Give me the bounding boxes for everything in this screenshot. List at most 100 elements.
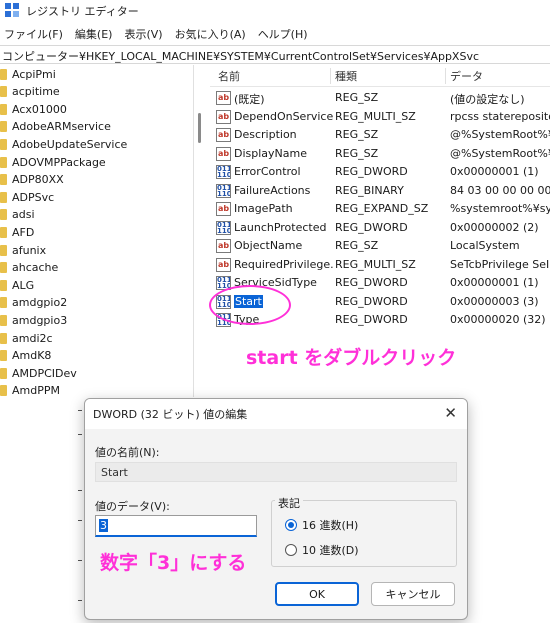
registry-editor-icon xyxy=(5,3,21,19)
tree-item[interactable]: amdgpio2 xyxy=(0,294,67,312)
value-name: ErrorControl xyxy=(234,165,334,178)
radio-decimal[interactable]: 10 進数(D) xyxy=(285,542,445,558)
tree-item[interactable]: amdi2c xyxy=(0,329,53,347)
tree-item[interactable]: Acx01000 xyxy=(0,100,67,118)
value-data-text: 3 xyxy=(99,519,108,532)
tree-item[interactable]: adsi xyxy=(0,206,35,224)
tree-item[interactable]: ahcache xyxy=(0,259,58,277)
tree-item[interactable]: AcpiPmi xyxy=(0,65,56,83)
value-row[interactable]: 011 110 ErrorControl REG_DWORD 0x00000001 (1… xyxy=(210,163,550,181)
menu-edit[interactable]: 編集(E) xyxy=(75,26,113,42)
folder-icon xyxy=(0,138,7,150)
value-row[interactable]: ab (既定) REG_SZ (値の設定なし) xyxy=(210,89,550,107)
tree-item[interactable]: AdobeARMservice xyxy=(0,118,111,136)
base-label: 表記 xyxy=(275,495,303,511)
value-name-field: Start xyxy=(95,462,457,482)
column-type[interactable]: 種類 xyxy=(335,68,357,84)
value-row[interactable]: abDescription REG_SZ @%SystemRoot%¥sy xyxy=(210,126,550,144)
dialog-title: DWORD (32 ビット) 値の編集 xyxy=(85,399,467,429)
value-name-text: DisplayName xyxy=(234,146,307,160)
address-bar[interactable]: コンピューター¥HKEY_LOCAL_MACHINE¥SYSTEM¥Curren… xyxy=(0,45,550,64)
tree-item[interactable]: AMDPCIDev xyxy=(0,364,77,382)
value-type: REG_BINARY xyxy=(335,183,404,197)
folder-icon xyxy=(0,314,7,326)
menu-favorites[interactable]: お気に入り(A) xyxy=(175,26,246,42)
value-type: REG_MULTI_SZ xyxy=(335,109,416,123)
tree-scrollbar[interactable] xyxy=(194,65,208,397)
value-data-input[interactable]: 3 xyxy=(95,515,257,537)
folder-icon xyxy=(0,297,7,309)
tree-item[interactable]: ADPSvc xyxy=(0,188,54,206)
value-row[interactable]: abImagePath REG_EXPAND_SZ %systemroot%¥sys… xyxy=(210,200,550,218)
folder-icon xyxy=(0,332,7,344)
dec-option-label: 10 進数(D) xyxy=(302,544,359,557)
tree-item-label: adsi xyxy=(12,208,35,222)
menu-bar: ファイル(F) 編集(E) 表示(V) お気に入り(A) ヘルプ(H) xyxy=(0,24,320,44)
value-name-text: ImagePath xyxy=(234,202,293,215)
binary-value-icon: 011 110 xyxy=(216,183,231,198)
value-data: 0x00000020 (32) xyxy=(450,313,546,326)
tree-scrollbar-thumb[interactable] xyxy=(198,113,201,143)
edit-dword-dialog: DWORD (32 ビット) 値の編集 ✕ 値の名前(N): Start 値のデ… xyxy=(84,398,468,620)
tree-item[interactable]: AFD xyxy=(0,223,34,241)
cancel-button[interactable]: キャンセル xyxy=(371,582,455,606)
value-data: (値の設定なし) xyxy=(450,93,525,106)
value-type: REG_DWORD xyxy=(335,220,408,234)
value-row[interactable]: ab DependOnService REG_MULTI_SZ rpcss state… xyxy=(210,108,550,126)
tree-item[interactable]: AdobeUpdateService xyxy=(0,135,127,153)
tree-item[interactable]: ADP80XX xyxy=(0,171,64,189)
tree-item-label: ALG xyxy=(12,278,35,292)
menu-view[interactable]: 表示(V) xyxy=(124,26,162,42)
folder-icon xyxy=(0,174,7,186)
tree-item-label: amdi2c xyxy=(12,331,53,345)
column-name[interactable]: 名前 xyxy=(218,68,240,84)
string-value-icon: ab xyxy=(216,239,231,253)
folder-icon xyxy=(0,156,7,168)
tree-item[interactable]: ALG xyxy=(0,276,34,294)
value-name: Description xyxy=(234,128,334,141)
value-name-text: (既定) xyxy=(234,93,265,106)
tree-item-label: AmdK8 xyxy=(12,349,52,363)
window-title: レジストリ エディター xyxy=(26,5,139,18)
folder-icon xyxy=(0,86,7,98)
tree-item[interactable]: AmdK8 xyxy=(0,347,51,365)
value-data: 0x00000003 (3) xyxy=(450,294,539,308)
value-row[interactable]: abDisplayName REG_SZ @%SystemRoot%¥sy xyxy=(210,145,550,163)
folder-icon xyxy=(0,226,7,238)
string-value-icon: ab xyxy=(216,202,231,216)
ok-button[interactable]: OK xyxy=(275,582,359,606)
value-name: DisplayName xyxy=(234,147,334,160)
value-name: DependOnService xyxy=(234,110,334,123)
column-data[interactable]: データ xyxy=(450,68,483,84)
hex-option-label: 16 進数(H) xyxy=(302,519,359,532)
tree-item[interactable]: acpitime xyxy=(0,83,60,101)
annotation-double-click: start をダブルクリック xyxy=(246,347,457,369)
value-type: REG_SZ xyxy=(335,146,379,160)
value-row[interactable]: ab RequiredPrivilege... REG_MULTI_SZ SeTcbP… xyxy=(210,256,550,274)
folder-icon xyxy=(0,350,7,362)
tree-item[interactable]: afunix xyxy=(0,241,46,259)
annotation-circle xyxy=(209,285,291,325)
value-data-label: 値のデータ(V): xyxy=(95,500,170,513)
tree-item-label: ADP80XX xyxy=(12,173,64,187)
tree-item-label: Acx01000 xyxy=(12,102,67,116)
menu-help[interactable]: ヘルプ(H) xyxy=(258,26,308,42)
tree-item-label: amdgpio3 xyxy=(12,313,68,327)
tree-item[interactable]: AmdPPM xyxy=(0,382,60,397)
radio-hexadecimal[interactable]: 16 進数(H) xyxy=(285,517,445,533)
close-icon[interactable]: ✕ xyxy=(444,404,457,422)
value-row[interactable]: ab ObjectName REG_SZ LocalSystem xyxy=(210,237,550,255)
value-row[interactable]: 011 110 LaunchProtected REG_DWORD 0x00000002… xyxy=(210,219,550,237)
menu-file[interactable]: ファイル(F) xyxy=(4,26,63,42)
radio-checked-icon xyxy=(285,519,297,531)
value-name: (既定) xyxy=(234,91,334,107)
value-type: REG_SZ xyxy=(335,239,379,252)
value-data: 0x00000001 (1) xyxy=(450,165,539,178)
tree-item-label: afunix xyxy=(12,243,47,257)
tree-item-label: AMDPCIDev xyxy=(12,366,77,380)
dialog-shadow-marks xyxy=(78,410,83,610)
folder-icon xyxy=(0,209,7,221)
value-row[interactable]: 011 110 FailureActions REG_BINARY 84 03 00 0… xyxy=(210,182,550,200)
tree-item[interactable]: ADOVMPPackage xyxy=(0,153,106,171)
tree-item[interactable]: amdgpio3 xyxy=(0,311,67,329)
